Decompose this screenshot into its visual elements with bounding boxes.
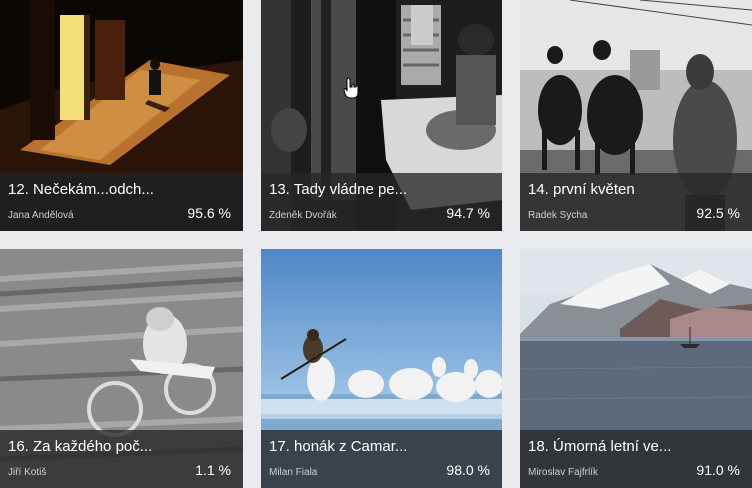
photo-card-14[interactable]: 14. první květen Radek Sycha 92.5 %	[520, 0, 752, 231]
card-title[interactable]: 16. Za každého poč...	[8, 438, 152, 455]
card-title[interactable]: 13. Tady vládne pe...	[269, 181, 407, 198]
card-caption: 18. Úmorná letní ve... Miroslav Fajfrlík…	[520, 430, 752, 488]
card-title[interactable]: 12. Nečekám...odch...	[8, 181, 154, 198]
card-author[interactable]: Jana Andělová	[8, 210, 74, 221]
photo-card-18[interactable]: 18. Úmorná letní ve... Miroslav Fajfrlík…	[520, 249, 752, 488]
card-score: 1.1 %	[195, 462, 231, 478]
card-title[interactable]: 14. první květen	[528, 181, 635, 198]
card-author[interactable]: Jiří Kotiš	[8, 467, 46, 478]
card-score: 92.5 %	[696, 205, 740, 221]
card-caption: 12. Nečekám...odch... Jana Andělová 95.6…	[0, 173, 243, 231]
card-title[interactable]: 18. Úmorná letní ve...	[528, 438, 671, 455]
card-author[interactable]: Radek Sycha	[528, 210, 587, 221]
card-score: 98.0 %	[446, 462, 490, 478]
photo-card-12[interactable]: 12. Nečekám...odch... Jana Andělová 95.6…	[0, 0, 243, 231]
card-caption: 14. první květen Radek Sycha 92.5 %	[520, 173, 752, 231]
card-score: 95.6 %	[187, 205, 231, 221]
card-caption: 16. Za každého poč... Jiří Kotiš 1.1 %	[0, 430, 243, 488]
card-score: 91.0 %	[696, 462, 740, 478]
card-author[interactable]: Zdeněk Dvořák	[269, 210, 337, 221]
card-caption: 13. Tady vládne pe... Zdeněk Dvořák 94.7…	[261, 173, 502, 231]
card-author[interactable]: Miroslav Fajfrlík	[528, 467, 598, 478]
card-caption: 17. honák z Camar... Milan Fiala 98.0 %	[261, 430, 502, 488]
card-title[interactable]: 17. honák z Camar...	[269, 438, 407, 455]
hand-pointer-icon	[343, 77, 359, 99]
photo-card-17[interactable]: 17. honák z Camar... Milan Fiala 98.0 %	[261, 249, 502, 488]
photo-card-13[interactable]: 13. Tady vládne pe... Zdeněk Dvořák 94.7…	[261, 0, 502, 231]
photo-card-16[interactable]: 16. Za každého poč... Jiří Kotiš 1.1 %	[0, 249, 243, 488]
card-author[interactable]: Milan Fiala	[269, 467, 317, 478]
card-score: 94.7 %	[446, 205, 490, 221]
